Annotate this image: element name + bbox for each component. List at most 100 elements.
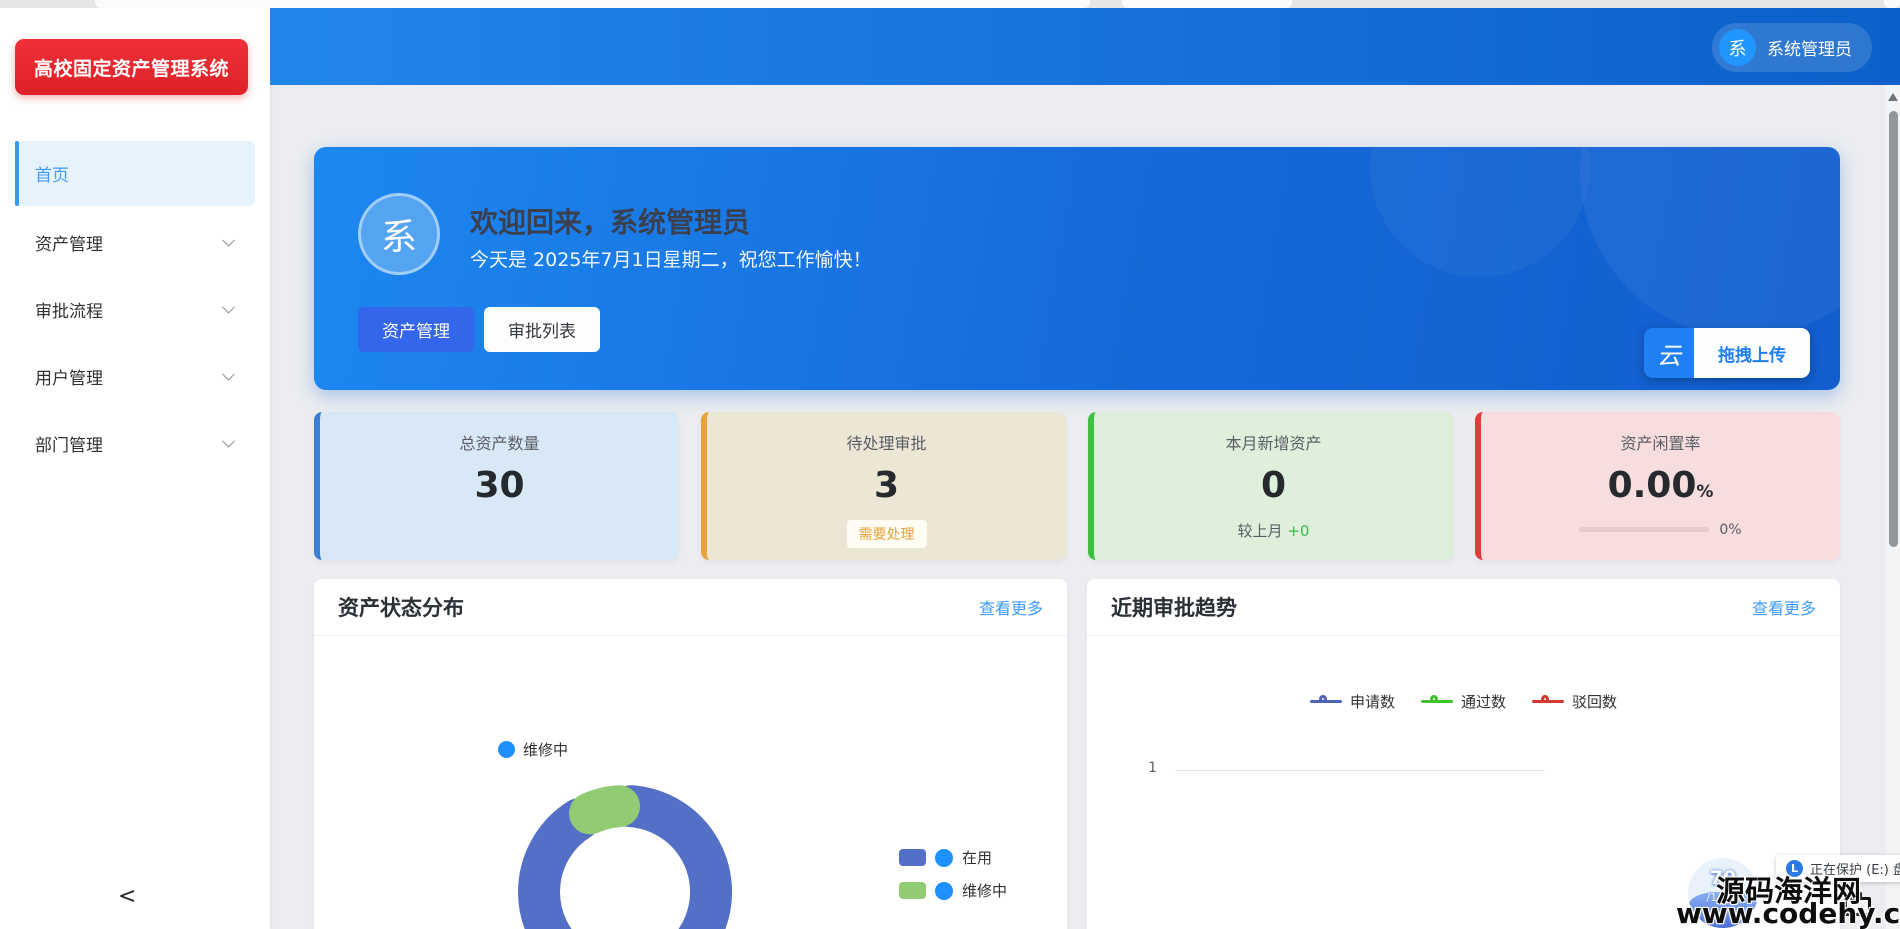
banner-decoration-circle [1370, 147, 1590, 277]
legend-item-approved[interactable]: 通过数 [1421, 691, 1506, 712]
stat-unit: % [1696, 482, 1713, 502]
line-series-marker-icon [1532, 695, 1564, 709]
y-axis-tick: 1 [1127, 760, 1157, 776]
legend-label: 通过数 [1461, 691, 1506, 712]
stat-title: 总资产数量 [320, 430, 679, 454]
progress-label: 0% [1719, 522, 1741, 538]
stat-footer-label: 较上月 [1238, 522, 1283, 540]
stat-delta: +0 [1287, 522, 1309, 540]
legend-label: 在用 [962, 847, 992, 868]
stat-card-pending-approvals[interactable]: 待处理审批 3 需要处理 [701, 412, 1066, 560]
asset-status-chart-card: 资产状态分布 查看更多 维修中 在用 [314, 579, 1067, 929]
sidebar-item-asset-management[interactable]: 资产管理 [15, 217, 255, 267]
legend-dot-icon [935, 882, 953, 900]
chevron-down-icon [222, 301, 235, 314]
idle-rate-progress: 0% [1481, 522, 1840, 538]
banner-decoration-circle [1580, 147, 1840, 337]
stat-value: 3 [707, 466, 1066, 506]
legend-item-maintenance[interactable]: 维修中 [899, 880, 1007, 901]
legend-item-applications[interactable]: 申请数 [1310, 691, 1395, 712]
vertical-scrollbar[interactable] [1886, 85, 1900, 929]
donut-legend: 在用 维修中 [899, 847, 1007, 901]
stat-footer: 较上月 +0 [1094, 520, 1453, 541]
sidebar-item-label: 部门管理 [35, 431, 103, 456]
welcome-banner: 系 欢迎回来，系统管理员 今天是 2025年7月1日星期二，祝您工作愉快！ 资产… [314, 147, 1840, 390]
sidebar-item-user-management[interactable]: 用户管理 [15, 351, 255, 401]
legend-label: 驳回数 [1572, 691, 1617, 712]
legend-swatch [899, 849, 926, 866]
welcome-title: 欢迎回来，系统管理员 [470, 201, 750, 241]
sidebar-item-label: 首页 [35, 161, 69, 186]
chevron-down-icon [222, 368, 235, 381]
avatar: 系 [1719, 29, 1756, 66]
sidebar-item-home[interactable]: 首页 [15, 141, 255, 206]
app-logo[interactable]: 高校固定资产管理系统 [15, 39, 248, 95]
scroll-up-arrow-icon[interactable] [1888, 93, 1898, 101]
chevron-down-icon [222, 234, 235, 247]
stat-cards-row: 总资产数量 30 待处理审批 3 需要处理 本月新增资产 0 较上月 +0 资产… [314, 412, 1840, 560]
cloud-upload-icon: 云 [1644, 328, 1694, 378]
view-more-link[interactable]: 查看更多 [979, 595, 1043, 619]
donut-chart[interactable] [505, 772, 745, 929]
legend-item-rejected[interactable]: 驳回数 [1532, 691, 1617, 712]
chart-header: 资产状态分布 查看更多 [314, 579, 1067, 636]
sidebar-item-label: 用户管理 [35, 364, 103, 389]
donut-segment-maintenance[interactable] [590, 806, 619, 813]
banner-actions: 资产管理 审批列表 [358, 307, 600, 352]
username: 系统管理员 [1767, 35, 1852, 60]
view-more-link[interactable]: 查看更多 [1752, 595, 1816, 619]
line-series-marker-icon [1421, 695, 1453, 709]
status-badge: 需要处理 [847, 520, 927, 548]
progress-track [1579, 527, 1709, 532]
charts-row: 资产状态分布 查看更多 维修中 在用 [314, 579, 1840, 929]
donut-hover-label-text: 维修中 [523, 739, 568, 760]
app-canvas: 高校固定资产管理系统 首页 资产管理 审批流程 用户管理 部门管理 < [0, 0, 1900, 929]
scrollbar-thumb[interactable] [1889, 111, 1898, 547]
drag-upload-label: 拖拽上传 [1694, 328, 1810, 378]
browser-edge-segment [1884, 0, 1900, 8]
avatar: 系 [358, 193, 440, 275]
chart-header: 近期审批趋势 查看更多 [1087, 579, 1840, 636]
chevron-down-icon [222, 435, 235, 448]
legend-dot-icon [498, 741, 515, 758]
stat-value: 0.00% [1481, 466, 1840, 506]
legend-label: 申请数 [1350, 691, 1395, 712]
drag-upload-widget[interactable]: 云 拖拽上传 [1644, 328, 1810, 378]
welcome-date: 今天是 2025年7月1日星期二，祝您工作愉快！ [470, 245, 872, 272]
sidebar: 高校固定资产管理系统 首页 资产管理 审批流程 用户管理 部门管理 < [0, 8, 270, 929]
asset-management-button[interactable]: 资产管理 [358, 307, 474, 352]
stat-card-idle-rate[interactable]: 资产闲置率 0.00% 0% [1475, 412, 1840, 560]
stat-value: 30 [320, 466, 679, 506]
browser-edge-strip [0, 0, 1900, 8]
approval-list-button[interactable]: 审批列表 [484, 307, 600, 352]
stat-title: 本月新增资产 [1094, 430, 1453, 454]
top-header: 系 系统管理员 [270, 8, 1900, 85]
sidebar-collapse-button[interactable]: < [118, 886, 136, 908]
sidebar-item-label: 审批流程 [35, 297, 103, 322]
stat-title: 待处理审批 [707, 430, 1066, 454]
user-menu[interactable]: 系 系统管理员 [1712, 23, 1872, 72]
app-logo-text: 高校固定资产管理系统 [34, 54, 229, 81]
stat-card-total-assets[interactable]: 总资产数量 30 [314, 412, 679, 560]
gridline [1175, 770, 1545, 771]
chart-title: 资产状态分布 [338, 592, 464, 622]
stat-title: 资产闲置率 [1481, 430, 1840, 454]
sidebar-item-label: 资产管理 [35, 230, 103, 255]
browser-edge-segment [1122, 0, 1292, 8]
stat-card-new-assets-month[interactable]: 本月新增资产 0 较上月 +0 [1088, 412, 1453, 560]
legend-swatch [899, 882, 926, 899]
line-series-marker-icon [1310, 695, 1342, 709]
sidebar-item-approval-flow[interactable]: 审批流程 [15, 284, 255, 334]
watermark-site-url: www.codehy.com [1676, 897, 1900, 929]
browser-edge-segment [95, 0, 1090, 8]
donut-hover-label: 维修中 [498, 739, 568, 760]
sidebar-menu: 首页 资产管理 审批流程 用户管理 部门管理 [0, 141, 270, 485]
chart-title: 近期审批趋势 [1111, 592, 1237, 622]
sidebar-item-department-management[interactable]: 部门管理 [15, 418, 255, 468]
line-chart-legend: 申请数 通过数 驳回数 [1087, 691, 1840, 712]
legend-dot-icon [935, 849, 953, 867]
legend-item-in-use[interactable]: 在用 [899, 847, 1007, 868]
legend-label: 维修中 [962, 880, 1007, 901]
stat-value: 0 [1094, 466, 1453, 506]
main-content: 系 欢迎回来，系统管理员 今天是 2025年7月1日星期二，祝您工作愉快！ 资产… [270, 85, 1900, 929]
